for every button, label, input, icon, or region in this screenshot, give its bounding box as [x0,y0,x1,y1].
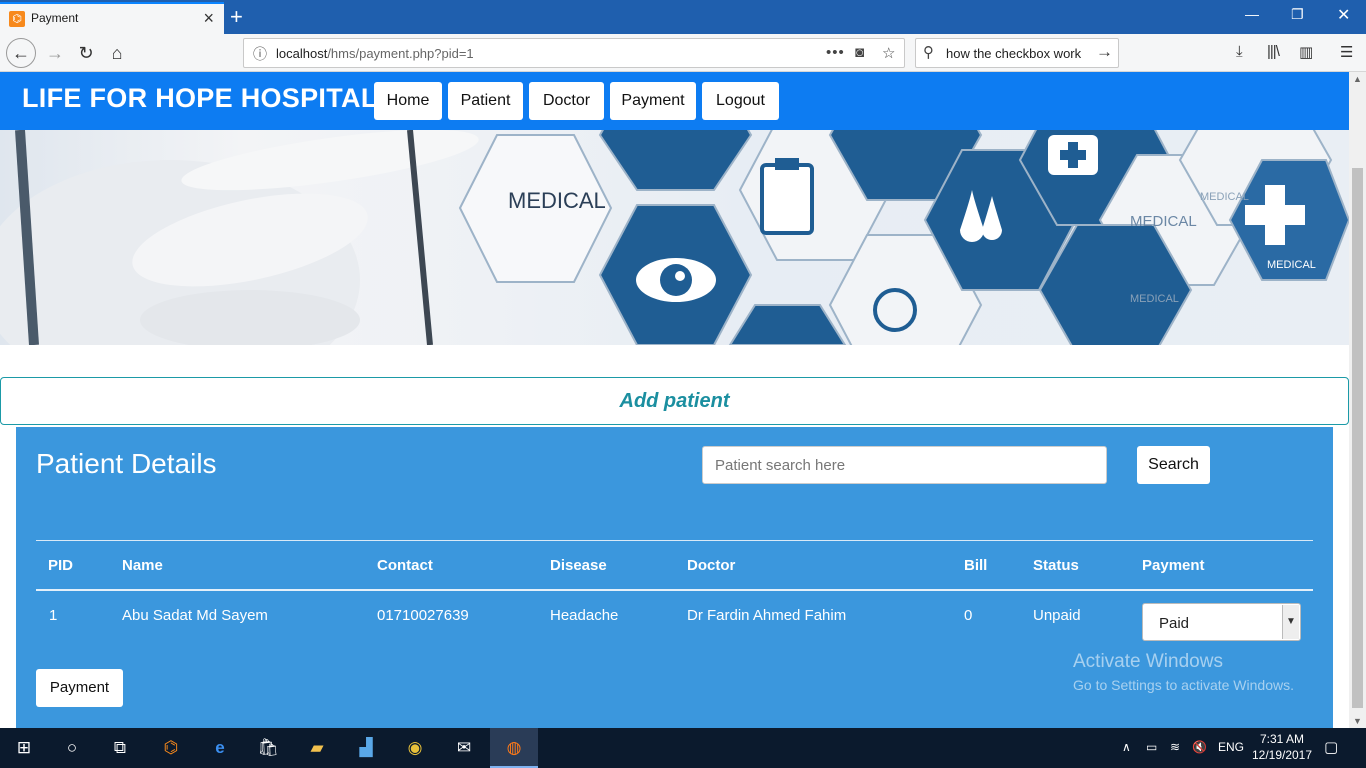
add-patient-label: Add patient [619,390,730,412]
payment-select-value: Paid [1159,615,1190,632]
store-icon[interactable]: 🛍 [244,728,292,768]
show-hidden-icons-icon[interactable]: ∧ [1122,740,1131,754]
column-header-pid: PID [48,557,74,574]
nav-home-button[interactable]: Home [374,82,442,120]
scrollbar-thumb[interactable] [1352,168,1363,708]
cell-name: Abu Sadat Md Sayem [122,607,268,624]
banner-label: MEDICAL [1130,213,1197,230]
page-actions-icon[interactable]: ••• [826,44,845,61]
close-tab-icon[interactable]: × [203,8,214,29]
cell-disease: Headache [550,607,619,624]
search-go-arrow-icon[interactable]: → [1096,42,1113,62]
site-header: LIFE FOR HOPE HOSPITAL Home Patient Doct… [0,72,1349,130]
search-button[interactable]: Search [1137,446,1210,484]
search-query: how the checkbox work [946,46,1082,61]
download-icon[interactable]: ⤓ [1236,43,1243,60]
bookmark-star-icon[interactable]: ☆ [882,44,895,62]
restore-icon[interactable]: ❐ [1291,6,1304,23]
file-explorer-icon[interactable]: ▰ [293,728,341,768]
patient-details-panel: Patient Details Search PID Name Contact … [16,427,1333,728]
site-brand[interactable]: LIFE FOR HOPE HOSPITAL [22,83,378,114]
edge-icon[interactable]: e [196,728,244,768]
column-header-disease: Disease [550,557,607,574]
watermark-subtitle: Go to Settings to activate Windows. [1073,677,1294,693]
home-icon[interactable]: ⌂ [102,39,132,67]
activate-windows-watermark: Activate Windows Go to Settings to activ… [1073,651,1294,693]
browser-titlebar: ⌬ Payment × + — ❐ ✕ [0,0,1366,34]
browser-tab[interactable]: ⌬ Payment × [0,2,224,34]
scroll-up-icon[interactable]: ▲ [1353,74,1362,84]
column-header-doctor: Doctor [687,557,736,574]
cell-status: Unpaid [1033,607,1081,624]
patient-search-input[interactable] [702,446,1107,484]
scroll-down-icon[interactable]: ▼ [1353,716,1362,726]
cortana-icon[interactable]: ○ [48,728,96,768]
column-header-name: Name [122,557,163,574]
system-clock[interactable]: 7:31 AM 12/19/2017 [1248,731,1316,763]
banner-label: MEDICAL [1200,191,1249,203]
forward-arrow-icon[interactable]: → [40,39,70,67]
panel-title: Patient Details [36,448,217,479]
menu-icon[interactable]: ☰ [1340,43,1353,61]
windows-taskbar: ⊞ ○ ⧉ ⌬ e 🛍 ▰ ▟ ◉ ✉ ◍ ∧ ▭ ≋ 🔇 ENG 7:31 A… [0,728,1366,768]
mail-icon[interactable]: ✉ [440,728,488,768]
medical-banner-image: MEDICAL MEDICAL MEDICAL MEDICAL MEDICAL [0,130,1349,345]
pocket-icon[interactable]: ◙ [855,44,864,61]
task-view-icon[interactable]: ⧉ [96,728,144,768]
info-icon[interactable]: ⓘ [253,44,267,64]
banner-label: MEDICAL [508,188,606,213]
column-header-status: Status [1033,557,1079,574]
chevron-down-icon[interactable]: ▼ [1282,605,1299,639]
library-icon[interactable]: |||\ [1267,43,1280,60]
nav-patient-button[interactable]: Patient [448,82,523,120]
firefox-icon[interactable]: ◍ [490,728,538,768]
cell-bill: 0 [964,607,973,624]
search-bar[interactable]: ⚲ how the checkbox work → [915,38,1119,68]
nav-doctor-button[interactable]: Doctor [529,82,604,120]
payment-submit-button[interactable]: Payment [36,669,123,707]
wifi-icon[interactable]: ≋ [1170,740,1180,754]
add-patient-button[interactable]: Add patient [0,377,1349,425]
language-indicator[interactable]: ENG [1218,740,1244,754]
chrome-icon[interactable]: ◉ [391,728,439,768]
tab-title: Payment [31,11,79,25]
notifications-icon[interactable]: ▢ [1324,738,1338,756]
close-window-icon[interactable]: ✕ [1337,5,1350,25]
app-icon[interactable]: ▟ [342,728,390,768]
volume-muted-icon[interactable]: 🔇 [1192,740,1207,754]
page-viewport: LIFE FOR HOPE HOSPITAL Home Patient Doct… [0,72,1349,728]
minimize-icon[interactable]: — [1245,6,1259,22]
back-arrow-icon[interactable]: ← [6,38,36,68]
clock-date: 12/19/2017 [1251,748,1313,762]
url-text: localhost/hms/payment.php?pid=1 [276,46,474,61]
browser-toolbar: ← → ↻ ⌂ ⓘ localhost/hms/payment.php?pid=… [0,34,1366,72]
nav-payment-button[interactable]: Payment [610,82,696,120]
new-tab-icon[interactable]: + [230,4,243,30]
payment-status-select[interactable]: Paid ▼ [1142,603,1301,641]
table-header-divider [36,589,1313,591]
address-bar[interactable]: ⓘ localhost/hms/payment.php?pid=1 ••• ◙ … [243,38,905,68]
banner-label: MEDICAL [1267,259,1316,271]
xampp-favicon-icon: ⌬ [9,11,25,27]
table-top-divider [36,540,1313,541]
page-scrollbar[interactable]: ▲ ▼ [1349,72,1366,728]
column-header-bill: Bill [964,557,988,574]
cell-contact: 01710027639 [377,607,469,624]
clock-time: 7:31 AM [1259,732,1305,746]
windows-start-icon[interactable]: ⊞ [0,728,48,768]
battery-icon[interactable]: ▭ [1146,740,1157,754]
banner-label: MEDICAL [1130,293,1179,305]
reload-icon[interactable]: ↻ [71,39,101,67]
watermark-title: Activate Windows [1073,651,1223,672]
column-header-payment: Payment [1142,557,1205,574]
sidebar-icon[interactable]: ▥ [1299,43,1313,61]
nav-logout-button[interactable]: Logout [702,82,779,120]
cell-pid: 1 [49,607,58,624]
xampp-app-icon[interactable]: ⌬ [147,728,195,768]
banner-graphic: MEDICAL MEDICAL MEDICAL MEDICAL MEDICAL [0,130,1349,345]
cell-doctor: Dr Fardin Ahmed Fahim [687,607,847,624]
search-icon: ⚲ [923,44,934,61]
column-header-contact: Contact [377,557,433,574]
